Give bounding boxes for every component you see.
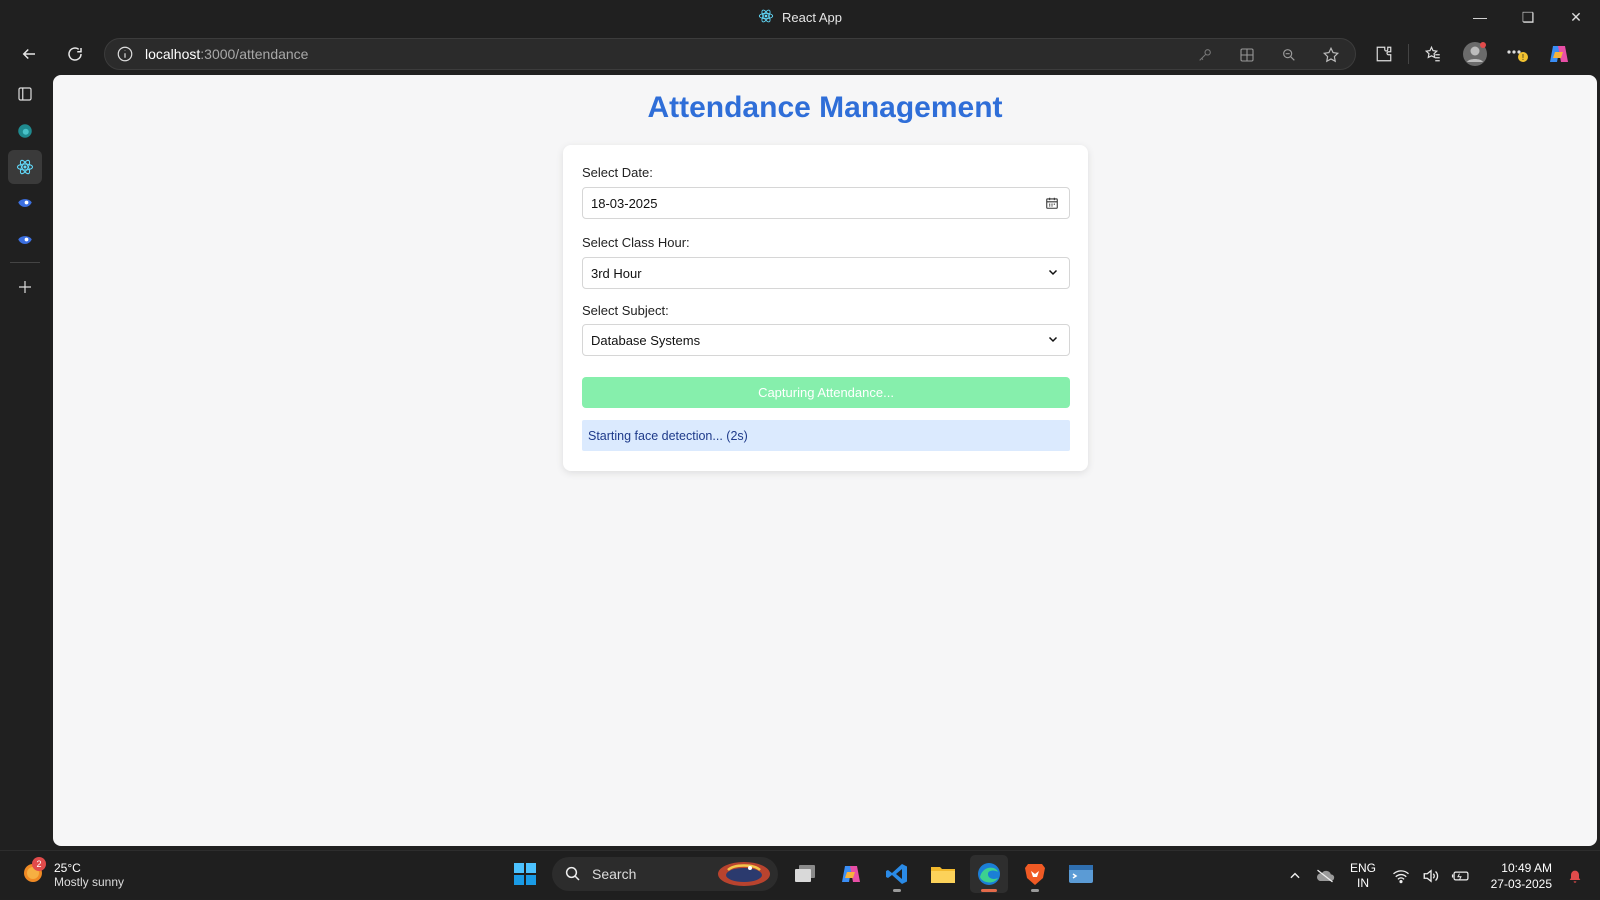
volume-icon[interactable] [1416,868,1446,884]
more-menu-icon[interactable]: ! [1499,37,1535,71]
wifi-icon[interactable] [1386,868,1416,884]
toolbar-divider [1408,44,1409,64]
weather-badge: 2 [32,857,46,871]
start-button[interactable] [506,855,544,893]
edge-browser-icon[interactable] [970,855,1008,893]
onedrive-offline-icon[interactable] [1310,868,1340,884]
weather-widget[interactable]: 2 25°C Mostly sunny [20,857,125,890]
close-button[interactable]: ✕ [1552,0,1600,34]
weather-sun-icon: 2 [20,857,46,890]
refresh-button[interactable] [58,37,92,71]
notification-bell-icon[interactable] [1560,868,1590,884]
window-title: React App [758,8,842,27]
vscode-icon[interactable] [878,855,916,893]
temperature: 25°C [54,860,81,875]
date-label: Select Date: [582,165,653,180]
minimize-button[interactable]: — [1456,0,1504,34]
file-explorer-icon[interactable] [924,855,962,893]
system-tray: ENG IN 10:49 AM 27-03-2025 [1280,851,1600,900]
favorite-star-icon[interactable] [1315,41,1347,69]
svg-text:!: ! [1522,53,1524,62]
extensions-icon[interactable] [1366,37,1402,71]
site-info-icon[interactable] [105,45,145,63]
taskbar-search[interactable]: Search [552,857,778,891]
system-clock[interactable]: 10:49 AM 27-03-2025 [1476,860,1552,892]
brave-browser-icon[interactable] [1016,855,1054,893]
url-text[interactable]: localhost:3000/attendance [145,46,308,62]
restore-button[interactable]: ❏ [1504,0,1552,34]
class-hour-select[interactable]: 3rd Hour [582,257,1070,289]
terminal-app-icon[interactable] [1062,855,1100,893]
browser-sidebar [0,74,52,850]
password-key-icon[interactable] [1189,41,1221,69]
sidebar-tab-app-1[interactable] [8,187,42,221]
add-tab-icon[interactable] [8,270,42,304]
task-view-icon[interactable] [786,855,824,893]
subject-label: Select Subject: [582,303,669,318]
sidebar-tab-edge[interactable] [8,114,42,148]
subject-value: Database Systems [591,332,701,348]
language-indicator[interactable]: ENG IN [1340,861,1386,891]
back-button[interactable] [12,37,46,71]
sidebar-tab-react[interactable] [8,150,42,184]
search-label: Search [592,866,637,882]
window-titlebar: React App — ❏ ✕ [0,0,1600,34]
tab-actions-icon[interactable] [8,77,42,111]
chevron-down-icon [1047,266,1059,281]
capture-attendance-button[interactable]: Capturing Attendance... [582,377,1070,408]
address-bar[interactable]: localhost:3000/attendance [104,38,1356,70]
copilot-taskbar-icon[interactable] [832,855,870,893]
subject-select[interactable]: Database Systems [582,324,1070,356]
windows-taskbar: 2 25°C Mostly sunny Search ENG IN 10:49 … [0,850,1600,899]
weather-description: Mostly sunny [54,874,125,889]
react-logo-icon [758,8,774,27]
favorites-icon[interactable] [1415,37,1451,71]
page-viewport: Attendance Management Select Date: 18-03… [53,75,1597,846]
profile-avatar[interactable] [1457,37,1493,71]
search-highlight-icon [716,860,772,893]
page-title: Attendance Management [647,91,1003,124]
search-icon [565,866,580,881]
date-input[interactable]: 18-03-2025 [582,187,1070,219]
chevron-up-icon[interactable] [1280,869,1310,883]
zoom-icon[interactable] [1273,41,1305,69]
class-hour-label: Select Class Hour: [582,235,690,250]
status-message: Starting face detection... (2s) [582,420,1070,451]
calendar-icon[interactable] [1045,196,1059,213]
date-value: 18-03-2025 [591,195,658,211]
window-title-text: React App [782,9,842,25]
copilot-icon[interactable] [1541,37,1577,71]
sidebar-divider [10,262,40,263]
app-available-icon[interactable] [1231,41,1263,69]
battery-icon[interactable] [1446,869,1476,883]
class-hour-value: 3rd Hour [591,265,642,281]
chevron-down-icon [1047,333,1059,348]
sidebar-tab-app-2[interactable] [8,224,42,258]
browser-toolbar: localhost:3000/attendance ! [0,34,1600,74]
attendance-form-card: Select Date: 18-03-2025 Select Class Hou… [563,145,1088,471]
